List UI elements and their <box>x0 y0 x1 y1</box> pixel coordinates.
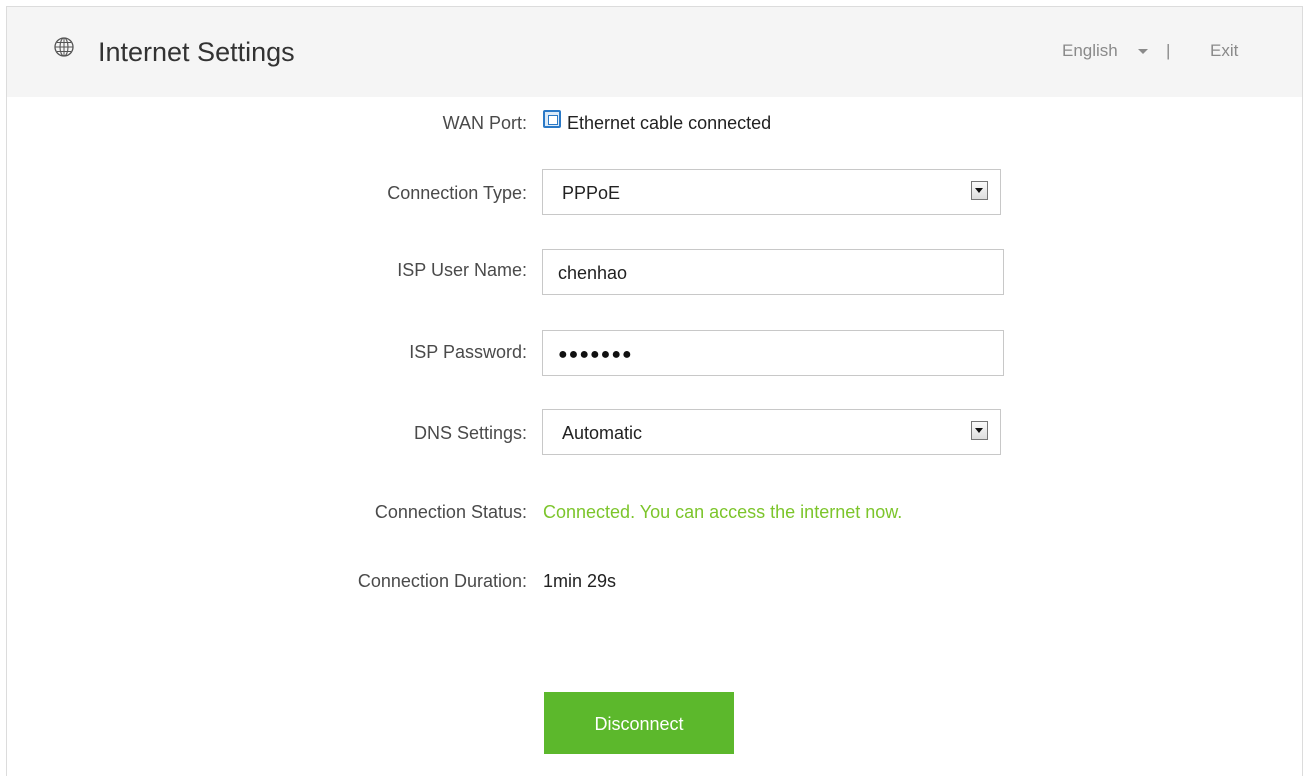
page-header: Internet Settings English | Exit <box>7 7 1302 97</box>
exit-link[interactable]: Exit <box>1210 40 1238 62</box>
connection-status-value: Connected. You can access the internet n… <box>543 502 903 522</box>
connection-type-label: Connection Type: <box>387 183 527 203</box>
dns-settings-label: DNS Settings: <box>413 423 527 443</box>
connection-status-label: Connection Status: <box>374 502 527 522</box>
page-title: Internet Settings <box>98 37 295 67</box>
dropdown-arrow-icon[interactable] <box>971 421 988 440</box>
isp-user-name-label: ISP User Name: <box>397 260 527 280</box>
language-selector[interactable]: English <box>1062 40 1118 62</box>
header-separator: | <box>1166 41 1171 60</box>
disconnect-button[interactable]: Disconnect <box>544 692 734 754</box>
connection-type-value: PPPoE <box>562 183 621 203</box>
isp-password-value: ●●●●●●● <box>558 346 633 363</box>
chevron-down-icon[interactable] <box>1138 49 1148 54</box>
connection-type-select[interactable]: PPPoE <box>542 169 1001 215</box>
dns-settings-value: Automatic <box>562 423 643 443</box>
ethernet-port-icon <box>543 110 561 128</box>
globe-icon <box>54 37 74 57</box>
connection-duration-label: Connection Duration: <box>357 571 527 591</box>
isp-password-input[interactable]: ●●●●●●● <box>542 330 1004 376</box>
dropdown-arrow-icon[interactable] <box>971 181 988 200</box>
isp-user-name-value: chenhao <box>558 263 628 283</box>
connection-duration-value: 1min 29s <box>543 571 617 591</box>
wan-port-value: Ethernet cable connected <box>567 113 772 133</box>
wan-port-label: WAN Port: <box>442 113 527 133</box>
isp-user-name-input[interactable]: chenhao <box>542 249 1004 295</box>
isp-password-label: ISP Password: <box>409 342 527 362</box>
dns-settings-select[interactable]: Automatic <box>542 409 1001 455</box>
